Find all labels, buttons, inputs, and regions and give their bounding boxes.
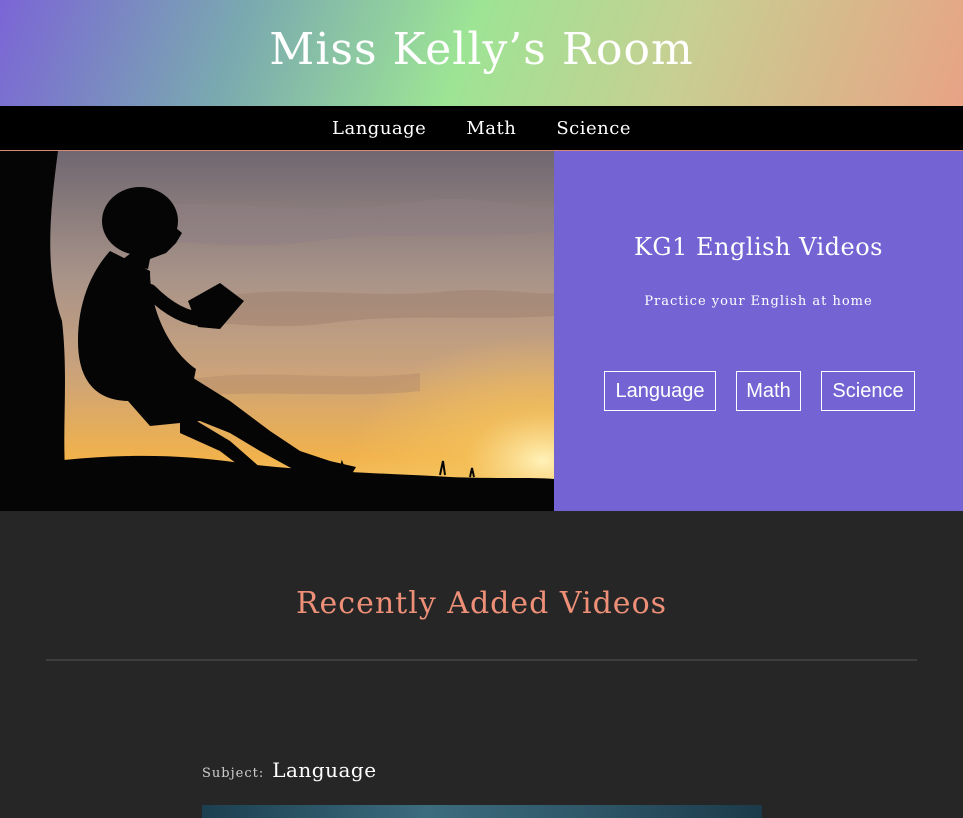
subject-value: Language (272, 758, 377, 782)
hero-button-group: Language Math Science (604, 371, 915, 413)
hero-image-child-reading (0, 151, 554, 511)
nav-language[interactable]: Language (332, 118, 426, 139)
top-nav: Language Math Science (0, 106, 963, 151)
hero-panel: KG1 English Videos Practice your English… (554, 151, 963, 511)
hero-button-math[interactable]: Math (736, 371, 801, 411)
hero-button-science[interactable]: Science (821, 371, 915, 411)
subject-label: Subject: (202, 766, 265, 781)
section-divider (46, 659, 917, 661)
video-subject: Subject: Language (202, 758, 377, 782)
site-header: Miss Kelly’s Room (0, 0, 963, 106)
nav-math[interactable]: Math (466, 118, 516, 139)
recent-videos-title: Recently Added Videos (295, 586, 668, 621)
video-thumbnail[interactable] (202, 805, 762, 818)
nav-science[interactable]: Science (556, 118, 631, 139)
hero-subheading: Practice your English at home (644, 294, 873, 309)
hero-button-language[interactable]: Language (604, 371, 716, 411)
hero-heading: KG1 English Videos (633, 233, 883, 261)
site-title: Miss Kelly’s Room (269, 23, 694, 75)
